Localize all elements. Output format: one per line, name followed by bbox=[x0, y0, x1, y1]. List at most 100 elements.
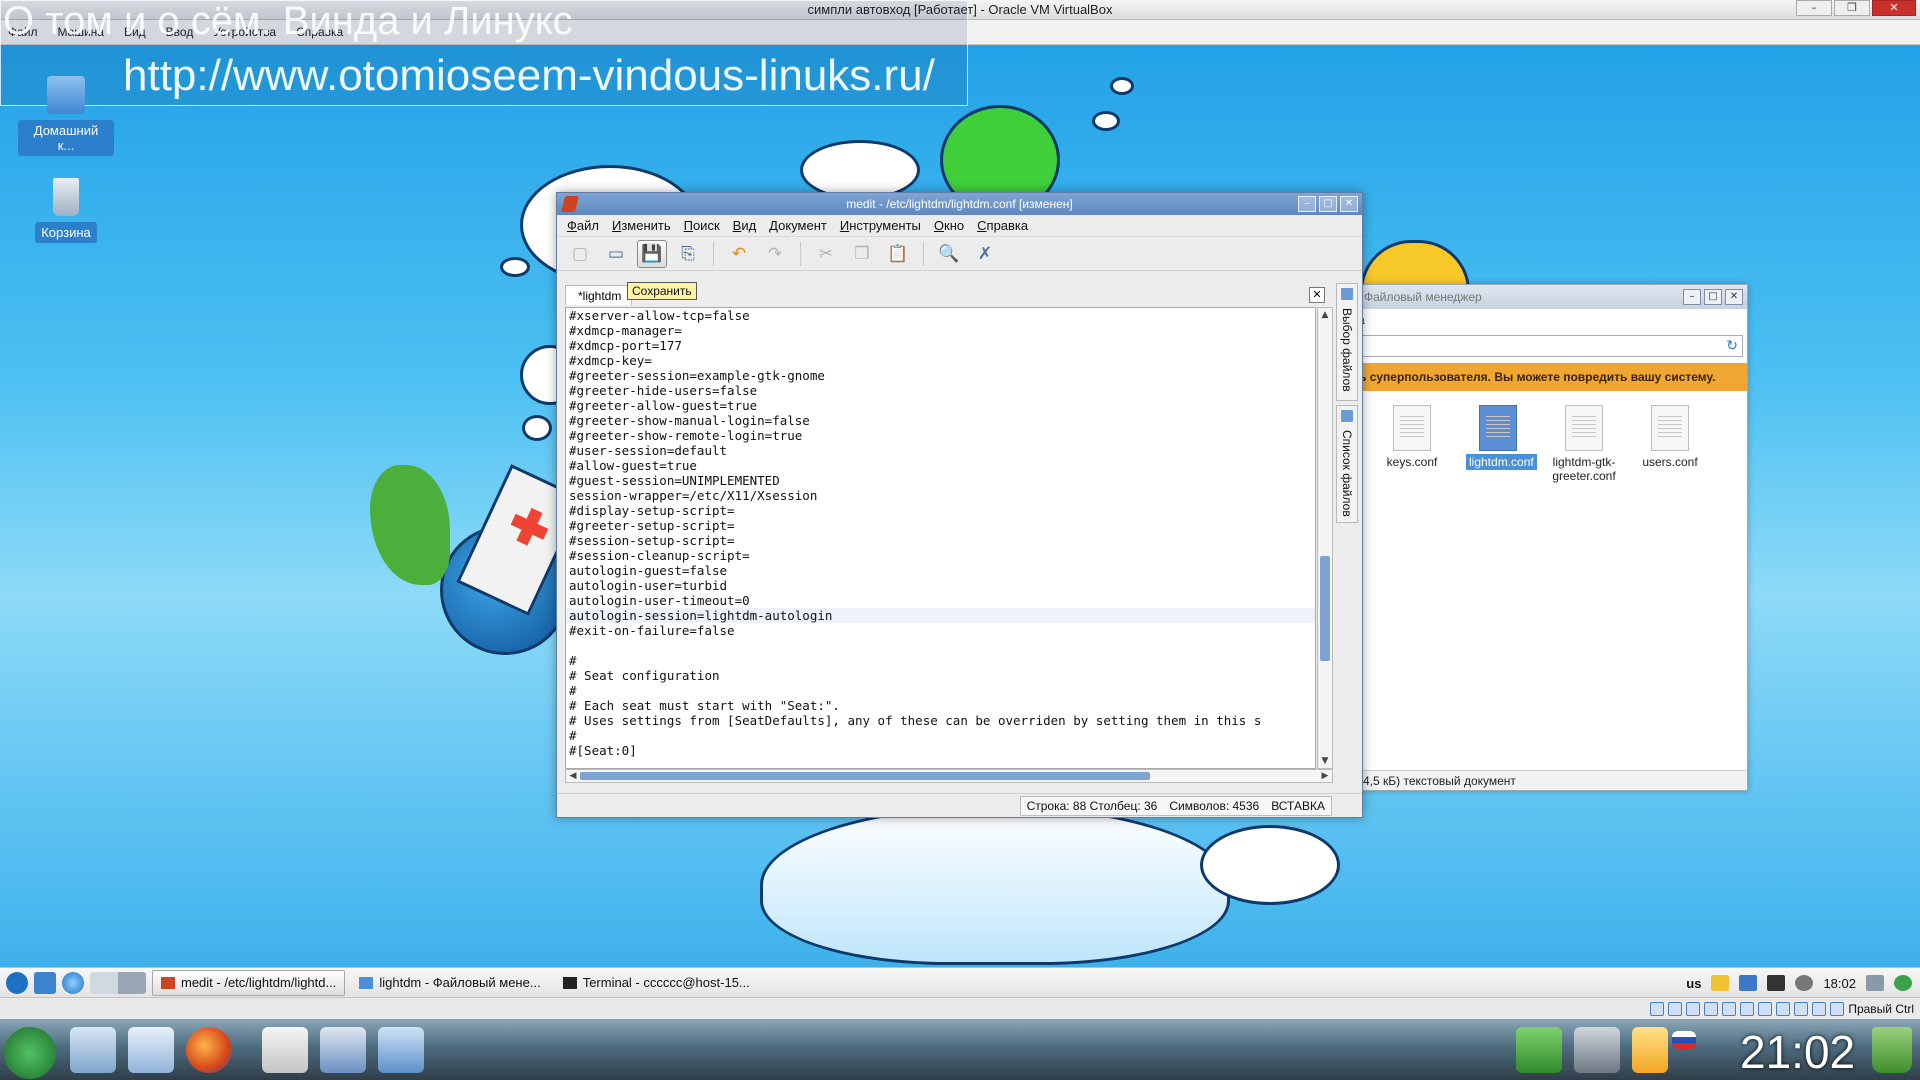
find-replace-icon[interactable]: ✗ bbox=[970, 240, 1000, 268]
file-item-selected[interactable]: lightdm.conf bbox=[1466, 405, 1537, 483]
download-icon[interactable] bbox=[1516, 1027, 1562, 1073]
file-manager-status: (4,5 кБ) текстовый документ bbox=[1356, 770, 1747, 790]
horizontal-scrollbar[interactable]: ◀ ▶ bbox=[565, 769, 1333, 783]
document-tab[interactable]: *lightdm bbox=[565, 285, 633, 305]
side-tab-file-list[interactable]: Список файлов bbox=[1336, 405, 1358, 523]
remote-desktop-icon[interactable] bbox=[378, 1027, 424, 1073]
scrollbar-thumb[interactable] bbox=[580, 772, 1150, 780]
maximize-icon[interactable]: □ bbox=[1319, 196, 1337, 212]
medit-app-icon bbox=[161, 976, 175, 989]
workspace-switcher-icon[interactable] bbox=[90, 971, 146, 994]
save-icon[interactable]: 💾 bbox=[637, 239, 667, 268]
mouse-integration-icon[interactable] bbox=[1812, 1002, 1827, 1016]
virtualbox-icon[interactable] bbox=[320, 1027, 366, 1073]
file-item[interactable]: keys.conf bbox=[1380, 405, 1444, 483]
calendar-icon[interactable] bbox=[1866, 975, 1884, 991]
usb-icon[interactable] bbox=[1722, 1002, 1737, 1016]
volume-icon[interactable] bbox=[1795, 975, 1814, 991]
update-icon[interactable] bbox=[1711, 975, 1730, 991]
menu-tools[interactable]: Инструменты bbox=[840, 218, 921, 233]
hdd-icon[interactable] bbox=[1650, 1002, 1665, 1016]
file-name: lightdm-gtk-greeter.conf bbox=[1552, 455, 1616, 483]
menu-help[interactable]: Справка bbox=[977, 218, 1028, 233]
medit-titlebar[interactable]: medit - /etc/lightdm/lightdm.conf [измен… bbox=[557, 193, 1362, 215]
paste-icon[interactable]: 📋 bbox=[883, 240, 913, 268]
side-tab-file-selector[interactable]: Выбор файлов bbox=[1336, 283, 1358, 401]
task-medit[interactable]: medit - /etc/lightdm/lightd... bbox=[152, 969, 346, 996]
cpu-icon[interactable] bbox=[1794, 1002, 1809, 1016]
desktop-icon-trash[interactable]: Корзина bbox=[18, 178, 114, 243]
desktop-icon-home[interactable]: Домашний к... bbox=[18, 76, 114, 156]
scroll-up-icon[interactable]: ▲ bbox=[1318, 308, 1332, 322]
network-icon[interactable] bbox=[1739, 975, 1758, 991]
trash-icon[interactable] bbox=[1872, 1027, 1912, 1073]
scroll-left-icon[interactable]: ◀ bbox=[566, 770, 580, 782]
optical-drive-icon[interactable] bbox=[1668, 1002, 1683, 1016]
show-desktop-icon[interactable] bbox=[34, 971, 56, 994]
kde-menu-icon[interactable] bbox=[4, 1027, 56, 1079]
weather-icon[interactable] bbox=[1632, 1027, 1668, 1073]
menu-edit[interactable]: Изменить bbox=[612, 218, 671, 233]
text-editor-icon[interactable] bbox=[128, 1027, 174, 1073]
copy-icon[interactable]: ❐ bbox=[847, 240, 877, 268]
network-adapter-icon[interactable] bbox=[1704, 1002, 1719, 1016]
shared-folders-icon[interactable] bbox=[1740, 1002, 1755, 1016]
menu-file[interactable]: Файл bbox=[567, 218, 599, 233]
keyboard-layout[interactable]: us bbox=[1686, 976, 1701, 991]
redo-icon[interactable]: ↷ bbox=[760, 240, 790, 268]
language-flag-icon[interactable] bbox=[1672, 1031, 1696, 1049]
open-file-icon[interactable]: ▭ bbox=[601, 240, 631, 268]
restore-icon[interactable]: ❐ bbox=[1834, 0, 1870, 16]
scrollbar-thumb[interactable] bbox=[1320, 556, 1330, 661]
file-manager-icon[interactable] bbox=[70, 1027, 116, 1073]
desktop-icon-label: Домашний к... bbox=[18, 120, 114, 156]
close-icon[interactable]: ✕ bbox=[1340, 196, 1358, 212]
menu-document[interactable]: Документ bbox=[769, 218, 827, 233]
undo-icon[interactable]: ↶ bbox=[724, 240, 754, 268]
file-manager-menu[interactable]: а bbox=[1356, 309, 1747, 331]
menu-search[interactable]: Поиск bbox=[684, 218, 720, 233]
new-file-icon[interactable]: ▢ bbox=[565, 240, 595, 268]
display-icon[interactable] bbox=[1758, 1002, 1773, 1016]
medit-menubar: Файл Изменить Поиск Вид Документ Инструм… bbox=[557, 215, 1362, 237]
medit-toolbar: ▢ ▭ 💾 ⎘ ↶ ↷ ✂ ❐ 📋 🔍 ✗ bbox=[557, 237, 1362, 271]
task-label: lightdm - Файловый мене... bbox=[379, 975, 541, 990]
vertical-scrollbar[interactable]: ▲ ▼ bbox=[1317, 307, 1333, 769]
menu-view[interactable]: Вид bbox=[733, 218, 757, 233]
minimize-icon[interactable]: – bbox=[1796, 0, 1832, 16]
file-manager-path-input[interactable]: ↻ bbox=[1360, 335, 1743, 357]
desktop-icon-label: Корзина bbox=[35, 222, 97, 243]
start-menu-icon[interactable] bbox=[6, 971, 28, 994]
find-icon[interactable]: 🔍 bbox=[934, 240, 964, 268]
menu-window[interactable]: Окно bbox=[934, 218, 964, 233]
file-item[interactable]: users.conf bbox=[1638, 405, 1702, 483]
file-item[interactable]: lightdm-gtk-greeter.conf bbox=[1552, 405, 1616, 483]
guest-clock[interactable]: 18:02 bbox=[1823, 976, 1856, 991]
audio-icon[interactable] bbox=[1686, 1002, 1701, 1016]
code-editor[interactable]: #xserver-allow-tcp=false #xdmcp-manager= #… bbox=[565, 307, 1316, 769]
task-file-manager[interactable]: lightdm - Файловый мене... bbox=[351, 970, 548, 996]
firefox-icon[interactable] bbox=[186, 1027, 232, 1073]
document-viewer-icon[interactable] bbox=[262, 1027, 308, 1073]
display-icon[interactable] bbox=[1767, 975, 1786, 991]
task-terminal[interactable]: Terminal - cccccc@host-15... bbox=[555, 970, 758, 996]
capture-icon[interactable] bbox=[1776, 1002, 1791, 1016]
close-icon[interactable]: ✕ bbox=[1872, 0, 1916, 16]
host-clock[interactable]: 21:02 bbox=[1740, 1025, 1855, 1079]
reload-icon[interactable]: ↻ bbox=[1726, 338, 1738, 354]
keyboard-capture-icon[interactable] bbox=[1830, 1002, 1845, 1016]
scroll-right-icon[interactable]: ▶ bbox=[1318, 770, 1332, 782]
system-settings-icon[interactable] bbox=[1574, 1027, 1620, 1073]
logout-icon[interactable] bbox=[1894, 975, 1912, 991]
scroll-down-icon[interactable]: ▼ bbox=[1318, 754, 1332, 768]
save-as-icon[interactable]: ⎘ bbox=[673, 240, 703, 268]
cut-icon[interactable]: ✂ bbox=[811, 240, 841, 268]
browser-icon[interactable] bbox=[62, 971, 84, 994]
file-manager-window: Файловый менеджер – □ ✕ а ↻ ь суперпольз… bbox=[1355, 284, 1748, 791]
minimize-icon[interactable]: – bbox=[1298, 196, 1316, 212]
close-icon[interactable]: ✕ bbox=[1725, 289, 1743, 305]
file-manager-titlebar[interactable]: Файловый менеджер – □ ✕ bbox=[1356, 285, 1747, 309]
maximize-icon[interactable]: □ bbox=[1704, 289, 1722, 305]
close-tab-icon[interactable]: ✕ bbox=[1309, 287, 1325, 303]
minimize-icon[interactable]: – bbox=[1683, 289, 1701, 305]
